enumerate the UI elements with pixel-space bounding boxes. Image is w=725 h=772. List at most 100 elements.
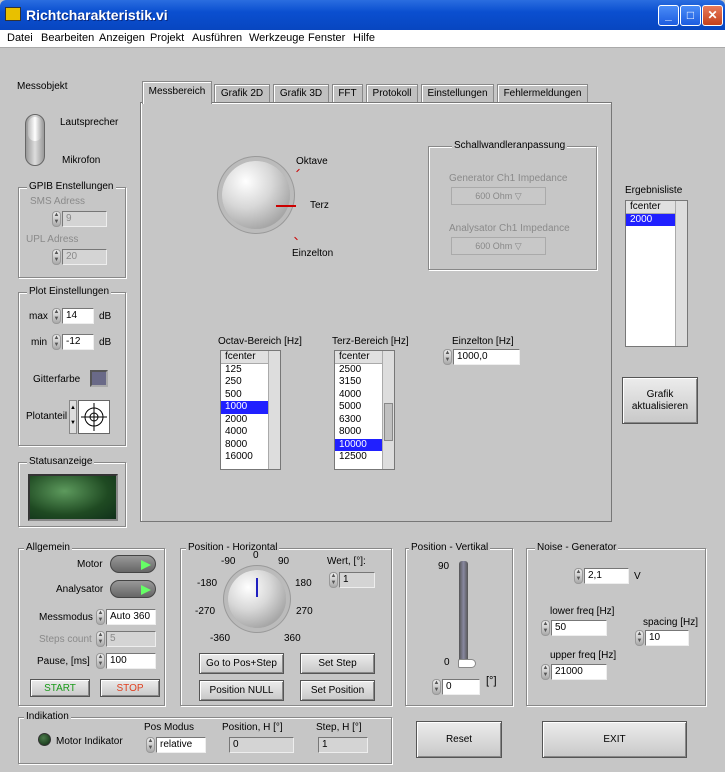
upper-spinner[interactable]: ▲ ▼ xyxy=(541,664,550,680)
octav-item[interactable]: 250 xyxy=(221,376,268,389)
range-knob[interactable] xyxy=(222,161,290,229)
einzelton-input[interactable]: 1000,0 xyxy=(453,349,520,365)
position-null-button[interactable]: Position NULL xyxy=(199,680,284,701)
pause-spinner[interactable]: ▲ ▼ xyxy=(96,653,105,669)
tab-protokoll[interactable]: Protokoll xyxy=(366,84,418,103)
wert-input[interactable]: 1 xyxy=(339,572,375,588)
terz-item[interactable]: 4000 xyxy=(335,389,382,402)
max-input[interactable]: 14 xyxy=(62,308,94,324)
motor-toggle[interactable] xyxy=(110,555,156,573)
tab-einstellungen[interactable]: Einstellungen xyxy=(421,84,494,103)
vert-spinner[interactable]: ▲ ▼ xyxy=(432,679,441,695)
vert-tick-90: 90 xyxy=(438,561,450,572)
spacing-input[interactable]: 10 xyxy=(645,630,689,646)
terz-item[interactable]: 10000 xyxy=(335,438,382,451)
einzelton-spinner[interactable]: ▲ ▼ xyxy=(443,349,452,365)
menu-hilfe[interactable]: Hilfe xyxy=(353,32,375,44)
tab-grafik-3d[interactable]: Grafik 3D xyxy=(273,84,329,103)
min-input[interactable]: -12 xyxy=(62,334,94,350)
generator-impedance-dropdown[interactable]: 600 Ohm ▽ xyxy=(451,187,546,205)
mikrofon-label: Mikrofon xyxy=(62,155,101,166)
octav-item[interactable]: 500 xyxy=(221,389,268,402)
octav-listbox[interactable]: fcenter 125 250 500 1000 2000 4000 8000 16000 xyxy=(220,350,281,470)
messmodus-spinner[interactable]: ▲ ▼ xyxy=(96,609,105,625)
menu-bearbeiten[interactable]: Bearbeiten xyxy=(41,32,94,44)
close-button[interactable]: ✕ xyxy=(702,5,723,26)
horizontal-knob-pointer xyxy=(256,578,258,597)
set-position-button[interactable]: Set Position xyxy=(300,680,375,701)
terz-item[interactable]: 8000 xyxy=(335,426,382,439)
set-step-button[interactable]: Set Step xyxy=(300,653,375,674)
terz-item[interactable]: 5000 xyxy=(335,401,382,414)
minimize-button[interactable]: _ xyxy=(658,5,679,26)
terz-item[interactable]: 3150 xyxy=(335,376,382,389)
vertical-slider-thumb[interactable] xyxy=(458,659,476,668)
reset-button[interactable]: Reset xyxy=(416,721,502,758)
menu-projekt[interactable]: Projekt xyxy=(150,32,184,44)
start-button[interactable]: START xyxy=(30,679,90,697)
posmodus-select[interactable]: relative xyxy=(156,737,206,753)
octav-item[interactable]: 8000 xyxy=(221,439,268,452)
max-spinner[interactable]: ▲ ▼ xyxy=(52,308,61,324)
terz-item[interactable]: 6300 xyxy=(335,414,382,427)
messmodus-select[interactable]: Auto 360 xyxy=(106,609,156,625)
plotanteil-crosshair-icon[interactable] xyxy=(78,400,110,434)
terz-listbox[interactable]: fcenter 2500 3150 4000 5000 6300 8000 10000 125… xyxy=(334,350,395,470)
min-spinner[interactable]: ▲ ▼ xyxy=(52,334,61,350)
posmodus-spinner[interactable]: ▲ ▼ xyxy=(146,737,155,753)
grafik-aktualisieren-button[interactable]: Grafik aktualisieren xyxy=(622,377,698,424)
tick-minus90: -90 xyxy=(221,556,236,567)
tab-fft[interactable]: FFT xyxy=(332,84,363,103)
terz-item[interactable]: 12500 xyxy=(335,451,382,464)
steps-input[interactable]: 5 xyxy=(106,631,156,647)
sms-input[interactable]: 9 xyxy=(62,211,107,227)
upper-freq-input[interactable]: 21000 xyxy=(551,664,607,680)
octav-item[interactable]: 16000 xyxy=(221,451,268,464)
steps-spinner[interactable]: ▲ ▼ xyxy=(96,631,105,647)
messobjekt-toggle[interactable] xyxy=(25,114,45,166)
lower-freq-input[interactable]: 50 xyxy=(551,620,607,636)
spacing-spinner[interactable]: ▲ ▼ xyxy=(635,630,644,646)
terz-scrollbar[interactable] xyxy=(382,351,394,469)
octav-item[interactable]: 4000 xyxy=(221,426,268,439)
analysator-toggle[interactable] xyxy=(110,580,156,598)
lower-spinner[interactable]: ▲ ▼ xyxy=(541,620,550,636)
min-label: min xyxy=(31,337,48,348)
ergebnis-scrollbar[interactable] xyxy=(675,201,687,346)
stop-button[interactable]: STOP xyxy=(100,679,160,697)
tab-messbereich[interactable]: Messbereich xyxy=(142,81,212,104)
exit-button[interactable]: EXIT xyxy=(542,721,687,758)
vert-input[interactable]: 0 xyxy=(442,679,480,695)
analysator-impedance-dropdown[interactable]: 600 Ohm ▽ xyxy=(451,237,546,255)
octav-scrollbar[interactable] xyxy=(268,351,280,469)
menu-anzeigen[interactable]: Anzeigen xyxy=(99,32,145,44)
plotanteil-arrows[interactable]: ▲ ▼ xyxy=(69,400,77,434)
vertical-slider-track[interactable] xyxy=(459,561,468,668)
amp-spinner[interactable]: ▲ ▼ xyxy=(574,568,583,584)
tab-fehlermeldungen[interactable]: Fehlermeldungen xyxy=(497,84,588,103)
ergebnis-item[interactable]: 2000 xyxy=(626,213,675,226)
tab-grafik-2d[interactable]: Grafik 2D xyxy=(214,84,270,103)
octav-item[interactable]: 1000 xyxy=(221,401,268,414)
horizontal-title: Position - Horizontal xyxy=(186,542,280,553)
menu-ausfuehren[interactable]: Ausführen xyxy=(192,32,242,44)
sms-spinner[interactable]: ▲ ▼ xyxy=(52,211,61,227)
terz-item[interactable]: 2500 xyxy=(335,364,382,377)
menu-datei[interactable]: Datei xyxy=(7,32,33,44)
tick-180: 180 xyxy=(295,578,312,589)
maximize-button[interactable]: □ xyxy=(680,5,701,26)
amp-input[interactable]: 2,1 xyxy=(584,568,629,584)
menu-werkzeuge[interactable]: Werkzeuge xyxy=(249,32,304,44)
pause-input[interactable]: 100 xyxy=(106,653,156,669)
menu-fenster[interactable]: Fenster xyxy=(308,32,345,44)
posh-label: Position, H [°] xyxy=(222,722,283,733)
goto-pos-step-button[interactable]: Go to Pos+Step xyxy=(199,653,284,674)
upl-spinner[interactable]: ▲ ▼ xyxy=(52,249,61,265)
octav-item[interactable]: 2000 xyxy=(221,414,268,427)
octav-item[interactable]: 125 xyxy=(221,364,268,377)
ergebnis-listbox[interactable]: fcenter 2000 xyxy=(625,200,688,347)
upl-input[interactable]: 20 xyxy=(62,249,107,265)
analysator-label: Analysator xyxy=(56,584,104,595)
gitterfarbe-color-box[interactable] xyxy=(90,370,108,387)
wert-spinner[interactable]: ▲ ▼ xyxy=(329,572,338,588)
